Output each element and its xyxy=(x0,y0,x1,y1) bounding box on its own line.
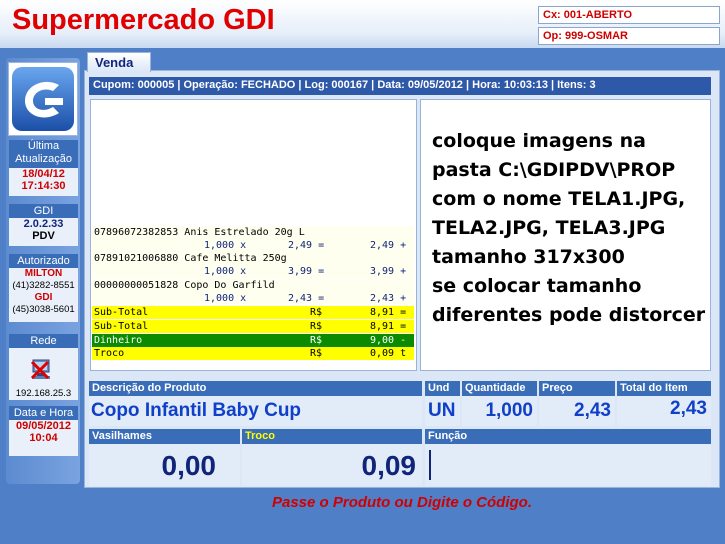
receipt-item-values: 1,000 x 2,43 = 2,43 + xyxy=(92,292,414,305)
cashier-status: Cx: 001-ABERTO xyxy=(538,6,720,24)
network-label: Rede xyxy=(9,334,78,348)
logo-icon xyxy=(12,67,74,131)
authorized-box: MILTON (41)3282-8551 GDI (45)3038-5601 xyxy=(9,268,78,322)
datetime-box: 09/05/2012 10:04 xyxy=(9,420,78,456)
operator-status: Op: 999-OSMAR xyxy=(538,27,720,45)
quantity-label: Quantidade xyxy=(462,381,537,396)
company-logo xyxy=(8,62,78,136)
item-total-label: Total do Item xyxy=(617,381,711,396)
image-placeholder-message: coloque imagens na pasta C:\GDIPDV\PROP … xyxy=(432,130,706,326)
network-disconnected-icon[interactable] xyxy=(28,358,54,380)
auth-name-2: GDI xyxy=(34,292,53,303)
product-unit: UN xyxy=(425,396,460,426)
last-update-date: 18/04/12 xyxy=(22,168,65,180)
last-update-label: Última Atualização xyxy=(9,140,78,168)
auth-phone-1: (41)3282-8551 xyxy=(12,280,75,291)
receipt-item-desc: 00000000051828 Copo Do Garfild xyxy=(92,279,414,292)
network-ip: 192.168.25.3 xyxy=(15,388,72,399)
last-update-box: 18/04/12 17:14:30 xyxy=(9,168,78,196)
item-total: 2,43 xyxy=(617,396,711,426)
receipt-item-values: 1,000 x 2,49 = 2,49 + xyxy=(92,239,414,252)
current-date: 09/05/2012 xyxy=(15,420,72,432)
datetime-label: Data e Hora xyxy=(9,406,78,420)
status-message: Passe o Produto ou Digite o Código. xyxy=(271,494,532,511)
last-update-time: 17:14:30 xyxy=(21,180,66,192)
funcao-input[interactable] xyxy=(425,444,711,486)
troco-label: Troco xyxy=(242,429,422,444)
receipt-item-desc: 07891021006880 Cafe Melitta 250g xyxy=(92,252,414,265)
product-price: 2,43 xyxy=(539,396,615,426)
receipt-subtotal-row: Sub-Total R$ 8,91 = xyxy=(92,320,414,333)
auth-name-1: MILTON xyxy=(24,268,63,279)
receipt-item-desc: 07896072382853 Anis Estrelado 20g L xyxy=(92,226,414,239)
text-cursor xyxy=(429,450,431,480)
app-title: Supermercado GDI xyxy=(12,4,275,36)
gdi-sub: PDV xyxy=(32,230,55,242)
unit-label: Und xyxy=(425,381,460,396)
product-description: Copo Infantil Baby Cup xyxy=(89,396,422,426)
product-quantity: 1,000 xyxy=(462,396,537,426)
vasilhames-label: Vasilhames xyxy=(89,429,240,444)
current-time: 10:04 xyxy=(29,432,58,444)
vasilhames-value: 0,00 xyxy=(89,444,240,486)
funcao-label: Função xyxy=(425,429,711,444)
price-label: Preço xyxy=(539,381,615,396)
receipt-change-row: Troco R$ 0,09 t xyxy=(92,347,414,360)
auth-phone-2: (45)3038-5601 xyxy=(12,304,75,315)
coupon-info-bar: Cupom: 000005 | Operação: FECHADO | Log:… xyxy=(89,77,711,95)
receipt-item-values: 1,000 x 3,99 = 3,99 + xyxy=(92,265,414,278)
tab-venda[interactable]: Venda xyxy=(87,52,151,72)
receipt-cash-row: Dinheiro R$ 9,00 - xyxy=(92,334,414,347)
desc-label: Descrição do Produto xyxy=(89,381,422,396)
gdi-box: 2.0.2.33 PDV xyxy=(9,218,78,246)
troco-value: 0,09 xyxy=(242,444,422,486)
gdi-version: 2.0.2.33 xyxy=(23,218,64,230)
gdi-label: GDI xyxy=(9,204,78,218)
authorized-label: Autorizado xyxy=(9,254,78,268)
receipt-subtotal-row: Sub-Total R$ 8,91 = xyxy=(92,306,414,319)
